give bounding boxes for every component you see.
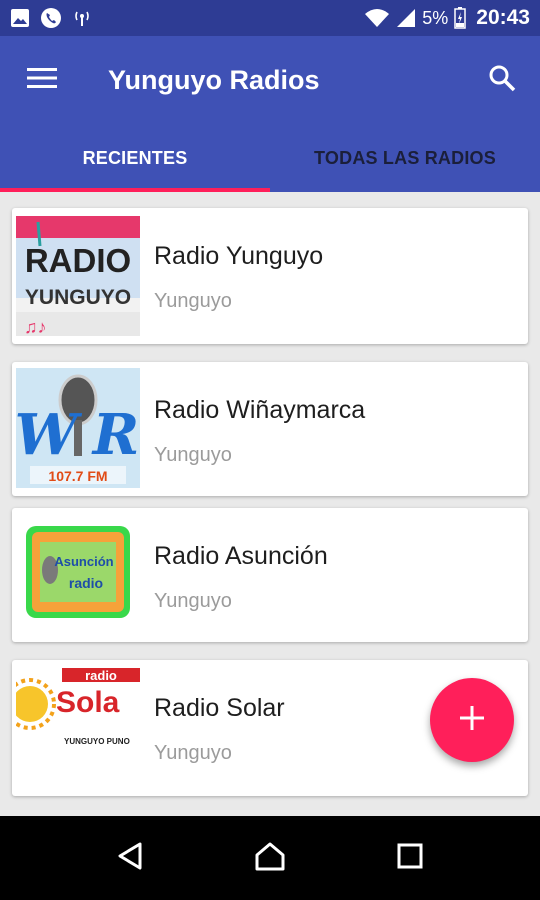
logo-text: R xyxy=(91,402,140,468)
recents-icon xyxy=(397,843,423,874)
image-icon xyxy=(10,8,30,28)
nav-recents-button[interactable] xyxy=(370,816,450,900)
phone-icon xyxy=(40,7,62,29)
tab-bar: RECIENTES TODAS LAS RADIOS xyxy=(0,124,540,192)
home-icon xyxy=(254,841,286,876)
wifi-icon xyxy=(364,8,390,28)
station-card-radio-yunguyo[interactable]: RADIO YUNGUYO ♫♪ Radio Yunguyo Yunguyo xyxy=(12,208,528,344)
status-time: 20:43 xyxy=(476,6,530,29)
add-station-button[interactable] xyxy=(430,678,514,762)
system-nav-bar xyxy=(0,816,540,900)
toolbar: Yunguyo Radios xyxy=(0,36,540,124)
svg-text:♫♪: ♫♪ xyxy=(24,317,47,336)
nav-back-button[interactable] xyxy=(90,816,170,900)
logo-text: Sola xyxy=(56,686,120,719)
station-logo: RADIO YUNGUYO ♫♪ xyxy=(16,216,140,336)
search-button[interactable] xyxy=(480,58,524,102)
station-logo: Asunción radio xyxy=(16,514,140,634)
station-location: Yunguyo xyxy=(154,590,232,612)
station-location: Yunguyo xyxy=(154,290,232,312)
logo-text: YUNGUYO xyxy=(25,286,131,309)
station-card-radio-winaymarca[interactable]: W R 107.7 FM Radio Wiñaymarca Yunguyo xyxy=(12,362,528,496)
menu-button[interactable] xyxy=(0,36,84,124)
tab-todas-las-radios[interactable]: TODAS LAS RADIOS xyxy=(270,124,540,192)
station-location: Yunguyo xyxy=(154,444,232,466)
tab-label: TODAS LAS RADIOS xyxy=(314,147,496,168)
status-system: 5% 20:43 xyxy=(364,6,530,30)
nav-home-button[interactable] xyxy=(230,816,310,900)
app-title: Yunguyo Radios xyxy=(108,64,320,95)
logo-text: Asunción xyxy=(54,554,113,569)
status-notifications xyxy=(10,7,92,29)
plus-icon xyxy=(459,705,485,736)
station-logo: W R 107.7 FM xyxy=(16,368,140,488)
hamburger-menu-icon xyxy=(27,67,57,94)
logo-text: RADIO xyxy=(25,242,131,279)
station-name: Radio Solar xyxy=(154,694,285,722)
back-icon xyxy=(116,841,144,876)
logo-text: 107.7 FM xyxy=(48,468,107,484)
station-card-radio-asuncion[interactable]: Asunción radio Radio Asunción Yunguyo xyxy=(12,508,528,642)
logo-text: radio xyxy=(69,575,103,591)
signal-icon xyxy=(396,8,416,28)
battery-percent: 5% xyxy=(422,7,449,28)
station-name: Radio Wiñaymarca xyxy=(154,396,366,424)
logo-text: YUNGUYO PUNO xyxy=(64,737,130,746)
status-bar: 5% 20:43 xyxy=(0,0,540,36)
logo-text: W xyxy=(16,402,83,468)
station-location: Yunguyo xyxy=(154,742,232,764)
tab-recientes[interactable]: RECIENTES xyxy=(0,124,270,192)
broadcast-icon xyxy=(72,8,92,28)
app-bar: Yunguyo Radios RECIENTES TODAS LAS RADIO… xyxy=(0,36,540,192)
tab-label: RECIENTES xyxy=(82,147,188,168)
battery-icon xyxy=(454,7,467,29)
station-logo: radio Sola YUNGUYO PUNO xyxy=(16,668,140,788)
logo-text: radio xyxy=(85,668,117,683)
station-name: Radio Yunguyo xyxy=(154,242,324,270)
station-name: Radio Asunción xyxy=(154,542,328,570)
search-icon xyxy=(488,64,516,97)
